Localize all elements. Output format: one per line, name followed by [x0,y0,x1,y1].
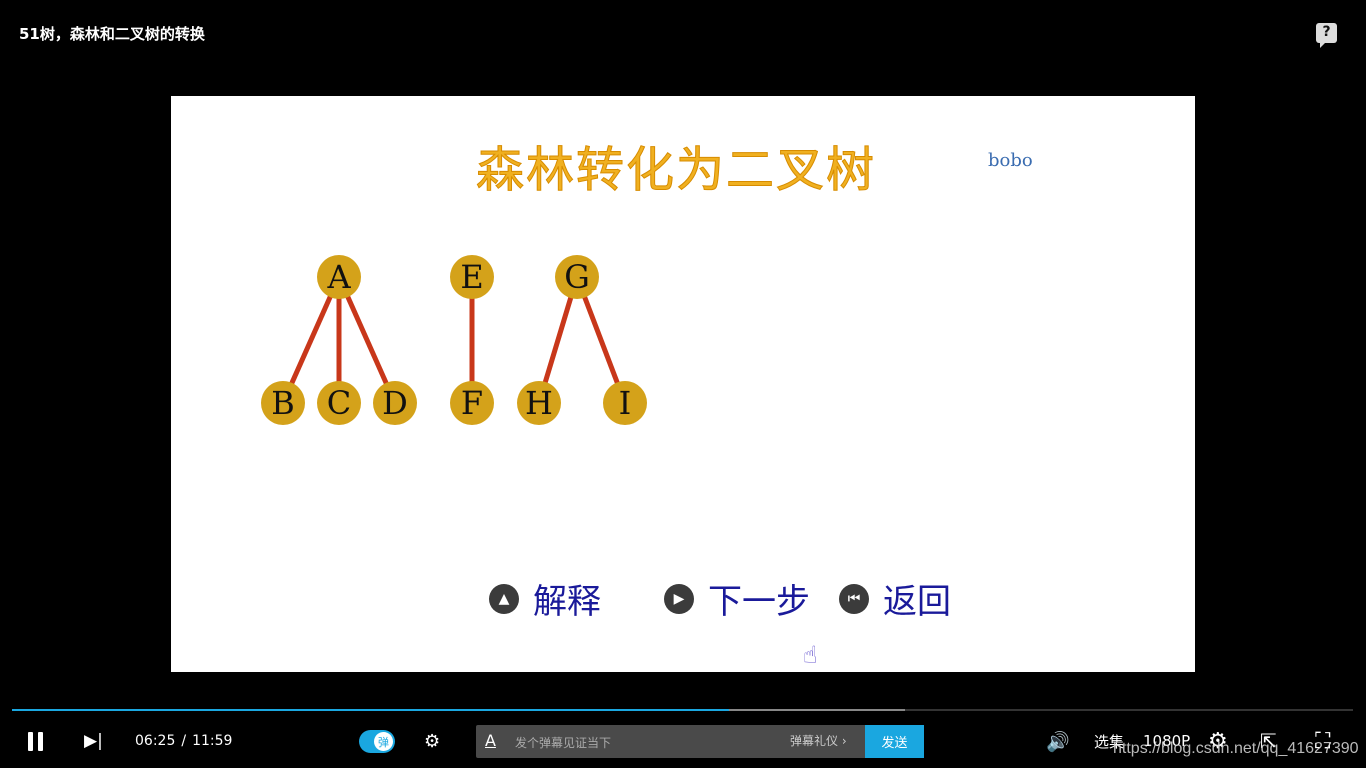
next-step-label: 下一步 [708,582,810,622]
episodes-button[interactable]: 选集 [1094,718,1124,764]
video-title: 51树，森林和二叉树的转换 [19,25,205,43]
time-display: 06:25 / 11:59 [135,718,232,764]
play-icon: ▶ [664,583,694,614]
slide-canvas: 森林转化为二叉树 bobo ABCDEFGHI ▲ 解释 ▶ 下一步 ⏮ 返回 … [171,96,1195,672]
tree-node-I: I [603,381,647,425]
next-icon: ▶| [84,731,103,751]
back-icon: ⏮ [839,583,869,614]
svg-text:D: D [382,384,408,422]
tree-node-F: F [450,381,494,425]
svg-text:F: F [461,384,483,422]
progress-bar[interactable] [12,709,1353,711]
tree-node-C: C [317,381,361,425]
settings-gear-icon[interactable]: ⚙ [1208,718,1228,764]
up-arrow-icon: ▲ [489,583,519,614]
cast-off-icon[interactable]: ⇱ [1260,718,1277,764]
svg-text:I: I [619,384,632,422]
explain-label: 解释 [533,582,601,622]
tree-node-H: H [517,381,561,425]
next-step-button[interactable]: ▶ 下一步 [664,574,810,623]
tree-node-E: E [450,255,494,299]
fullscreen-icon[interactable]: ⛶ [1315,718,1330,764]
pause-icon [28,731,33,751]
back-button[interactable]: ⏮ 返回 [839,574,951,623]
volume-icon[interactable]: 🔊 [1046,718,1070,764]
quality-button[interactable]: 1080P [1143,718,1190,764]
danmaku-etiquette-link[interactable]: 弹幕礼仪 › [790,725,847,758]
svg-text:A: A [326,258,351,296]
danmaku-input[interactable] [513,725,787,760]
pause-icon-bar [38,731,43,751]
progress-fill [12,709,730,711]
control-bar: ▶| 06:25 / 11:59 弹 ⚙ A 弹幕礼仪 › 发送 🔊 选集 10… [0,718,1366,768]
svg-text:C: C [327,384,351,422]
pause-button[interactable] [28,718,50,764]
explain-button[interactable]: ▲ 解释 [489,574,601,623]
danmaku-toggle[interactable]: 弹 [359,730,395,753]
svg-text:G: G [564,258,590,296]
duration: 11:59 [192,733,233,749]
next-episode-button[interactable]: ▶| [84,718,104,764]
tree-node-B: B [261,381,305,425]
font-style-icon[interactable]: A [485,731,496,750]
tree-node-A: A [317,255,361,299]
svg-text:B: B [271,384,295,422]
time-separator: / [181,733,187,749]
help-icon[interactable]: ? [1316,23,1337,48]
hand-cursor-icon: ☝ [803,641,818,669]
danmaku-input-box: A 弹幕礼仪 › 发送 [476,725,924,760]
danmaku-settings-icon[interactable]: ⚙ [424,718,440,764]
tree-node-G: G [555,255,599,299]
tree-node-D: D [373,381,417,425]
danmaku-toggle-knob: 弹 [374,732,393,751]
current-time: 06:25 [135,733,176,749]
send-button[interactable]: 发送 [865,725,924,758]
svg-text:E: E [460,258,483,296]
svg-text:H: H [525,384,553,422]
back-label: 返回 [883,582,951,622]
